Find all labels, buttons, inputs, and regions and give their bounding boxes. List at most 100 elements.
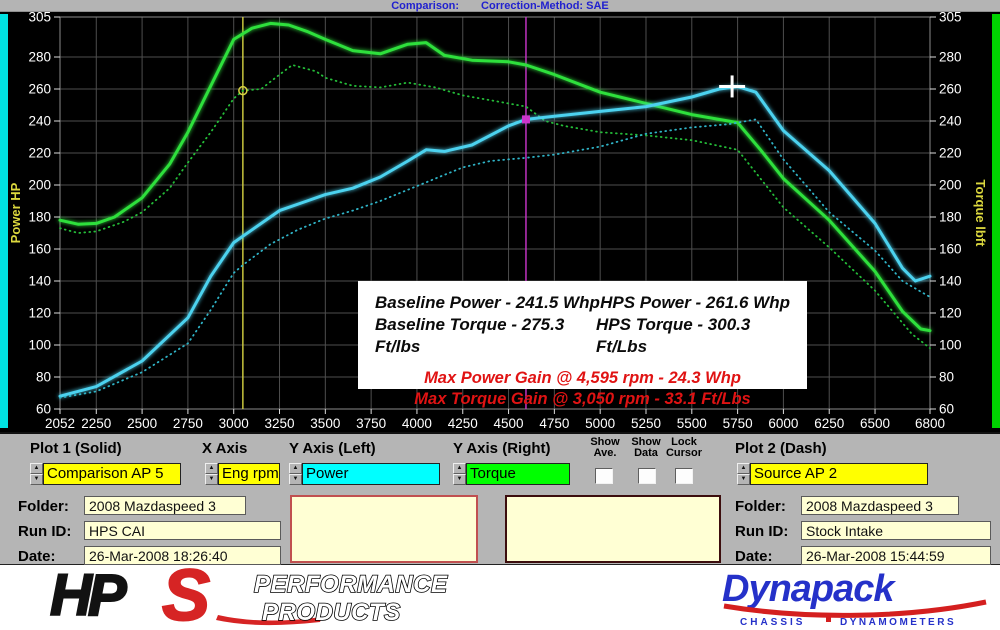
y-left-tick-label: 120: [28, 306, 51, 321]
plot2-value[interactable]: Source AP 2: [750, 463, 928, 485]
hps-logo: HP S PERFORMANCE PRODUCTS: [22, 567, 482, 629]
dynapack-chassis: CHASSIS: [740, 617, 805, 628]
dyno-app-window: { "header": { "left": "Comparison:", "ri…: [0, 0, 1000, 630]
header-comparison-label: Comparison:: [391, 0, 459, 12]
hps-products-text: PRODUCTS: [262, 599, 401, 626]
plot1-value[interactable]: Comparison AP 5: [43, 463, 181, 485]
plot2-combo[interactable]: ▲ ▼ Source AP 2: [737, 463, 928, 485]
y-right-tick-label: 160: [939, 242, 962, 257]
show-data-checkbox[interactable]: [638, 468, 656, 484]
x-axis-label: X Axis: [202, 440, 247, 457]
max-torque-gain: Max Torque Gain @ 3,050 rpm - 33.1 Ft/Lb…: [358, 389, 807, 410]
runid-field-right[interactable]: Stock Intake: [801, 521, 991, 540]
x-tick-label: 4250: [448, 416, 478, 431]
spin-down-icon[interactable]: ▼: [30, 474, 43, 485]
spin-down-icon[interactable]: ▼: [453, 474, 466, 485]
dynapack-red-square-icon: [826, 617, 831, 622]
date-label-left: Date:: [18, 548, 56, 565]
y-left-tick-label: 260: [28, 82, 51, 97]
y-left-combo[interactable]: ▲ ▼ Power: [289, 463, 440, 485]
cursor-marker-square[interactable]: [522, 115, 530, 123]
x-tick-label: 6250: [814, 416, 844, 431]
spin-up-icon[interactable]: ▲: [453, 463, 466, 474]
y-right-value[interactable]: Torque: [466, 463, 570, 485]
y-left-value[interactable]: Power: [302, 463, 440, 485]
x-axis-value[interactable]: Eng rpm: [218, 463, 280, 485]
folder-label-right: Folder:: [735, 498, 786, 515]
show-ave-label: ShowAve.: [588, 437, 622, 459]
results-annotation: Baseline Power - 241.5 Whp HPS Power - 2…: [358, 281, 807, 389]
y-left-tick-label: 200: [28, 178, 51, 193]
spin-down-icon[interactable]: ▼: [289, 474, 302, 485]
x-axis-spinner[interactable]: ▲ ▼: [205, 463, 218, 485]
y-left-tick-label: 220: [28, 146, 51, 161]
x-tick-label: 5250: [631, 416, 661, 431]
spin-up-icon[interactable]: ▲: [737, 463, 750, 474]
folder-field-right[interactable]: 2008 Mazdaspeed 3: [801, 496, 959, 515]
y-right-tick-label: 280: [939, 50, 962, 65]
x-tick-label: 3500: [310, 416, 340, 431]
spin-up-icon[interactable]: ▲: [205, 463, 218, 474]
x-axis-combo[interactable]: ▲ ▼ Eng rpm: [205, 463, 280, 485]
y-left-tick-label: 280: [28, 50, 51, 65]
y-right-combo[interactable]: ▲ ▼ Torque: [453, 463, 570, 485]
y-right-tick-label: 140: [939, 274, 962, 289]
date-label-right: Date:: [735, 548, 773, 565]
x-tick-label: 3750: [356, 416, 386, 431]
plot2-spinner[interactable]: ▲ ▼: [737, 463, 750, 485]
x-tick-label: 4750: [539, 416, 569, 431]
y-right-tick-label: 260: [939, 82, 962, 97]
show-data-label: ShowData: [629, 437, 663, 459]
spin-down-icon[interactable]: ▼: [205, 474, 218, 485]
dynapack-dynamometers: DYNAMOMETERS: [840, 617, 956, 628]
y-right-tick-label: 220: [939, 146, 962, 161]
header-bar: Comparison: Correction-Method: SAE: [0, 0, 1000, 12]
show-ave-checkbox[interactable]: [595, 468, 613, 484]
hps-power-value: HPS Power - 261.6 Whp: [600, 292, 790, 314]
logo-strip: HP S PERFORMANCE PRODUCTS Dynapack CHASS…: [0, 565, 1000, 630]
x-tick-label: 6000: [768, 416, 798, 431]
y-left-spinner[interactable]: ▲ ▼: [289, 463, 302, 485]
date-field-right[interactable]: 26-Mar-2008 15:44:59: [801, 546, 991, 565]
y-right-tick-label: 80: [939, 370, 954, 385]
x-tick-label: 2052: [45, 416, 75, 431]
max-power-gain: Max Power Gain @ 4,595 rpm - 24.3 Whp: [358, 368, 807, 389]
y-left-axis-title: Power HP: [8, 182, 23, 243]
x-tick-label: 5500: [677, 416, 707, 431]
runid-field-left[interactable]: HPS CAI: [84, 521, 281, 540]
lock-cursor-label: LockCursor: [664, 437, 704, 459]
y-right-label: Y Axis (Right): [453, 440, 551, 457]
folder-label-left: Folder:: [18, 498, 69, 515]
y-left-tick-label: 140: [28, 274, 51, 289]
dynapack-name: Dynapack: [722, 570, 896, 610]
x-tick-label: 6500: [860, 416, 890, 431]
chart-area: 2052225025002750300032503500375040004250…: [0, 12, 1000, 432]
plot1-spinner[interactable]: ▲ ▼: [30, 463, 43, 485]
plot1-combo[interactable]: ▲ ▼ Comparison AP 5: [30, 463, 181, 485]
y-right-tick-label: 200: [939, 178, 962, 193]
spin-down-icon[interactable]: ▼: [737, 474, 750, 485]
y-left-tick-label: 160: [28, 242, 51, 257]
header-correction-label: Correction-Method: SAE: [481, 0, 609, 12]
folder-field-left[interactable]: 2008 Mazdaspeed 3: [84, 496, 246, 515]
y-left-label: Y Axis (Left): [289, 440, 376, 457]
comment-box-right[interactable]: [505, 495, 721, 563]
y-right-tick-label: 305: [939, 12, 962, 25]
baseline-torque-value: Baseline Torque - 275.3 Ft/lbs: [375, 314, 596, 358]
x-tick-label: 5750: [723, 416, 753, 431]
hps-torque-value: HPS Torque - 300.3 Ft/Lbs: [596, 314, 790, 358]
date-field-left[interactable]: 26-Mar-2008 18:26:40: [84, 546, 281, 565]
runid-label-left: Run ID:: [18, 523, 71, 540]
y-right-tick-label: 100: [939, 338, 962, 353]
y-right-tick-label: 60: [939, 402, 954, 417]
y-right-spinner[interactable]: ▲ ▼: [453, 463, 466, 485]
spin-up-icon[interactable]: ▲: [30, 463, 43, 474]
x-tick-label: 4000: [402, 416, 432, 431]
x-tick-label: 3250: [264, 416, 294, 431]
comment-box-left[interactable]: [290, 495, 478, 563]
y-left-tick-label: 80: [36, 370, 51, 385]
lock-cursor-checkbox[interactable]: [675, 468, 693, 484]
spin-up-icon[interactable]: ▲: [289, 463, 302, 474]
y-left-tick-label: 100: [28, 338, 51, 353]
y-right-tick-label: 240: [939, 114, 962, 129]
